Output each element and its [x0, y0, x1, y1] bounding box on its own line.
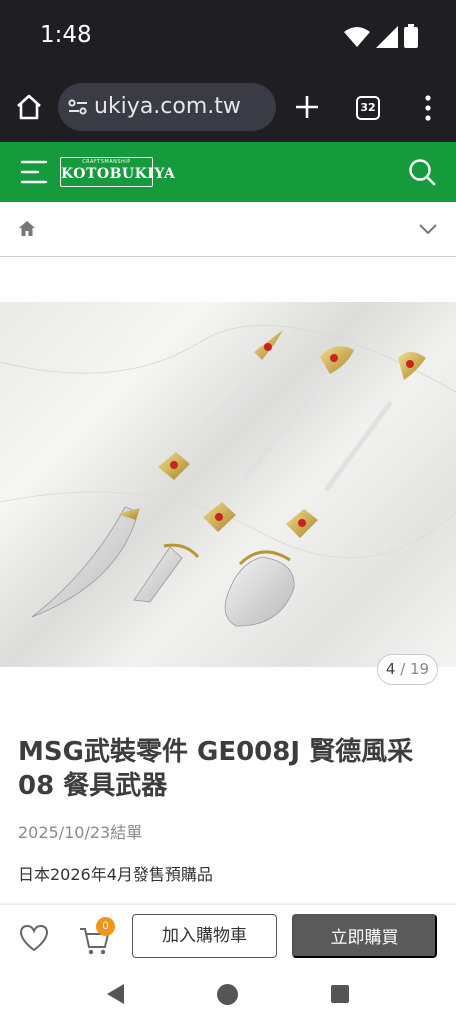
back-icon[interactable] [104, 982, 126, 1006]
counter-current: 4 [385, 660, 396, 678]
logo-wordmark: KOTOBUKIYA [61, 166, 176, 182]
search-icon[interactable] [408, 158, 436, 186]
url-text: ukiya.com.tw [94, 94, 241, 119]
site-header: CRAFTSMANSHIP KOTOBUKIYA [0, 142, 456, 202]
cart-button[interactable]: 0 [78, 917, 118, 955]
action-bar: 0 加入購物車 立即購買 [0, 905, 456, 967]
wifi-icon [344, 27, 370, 47]
tabs-icon[interactable]: 32 [356, 96, 380, 120]
browser-toolbar: ukiya.com.tw 32 [0, 72, 456, 142]
site-info-icon[interactable] [68, 99, 88, 115]
product-image[interactable] [0, 302, 456, 667]
product-title: MSG武裝零件 GE008J 賢德風采08 餐具武器 [18, 737, 414, 801]
counter-total: 19 [410, 660, 430, 678]
plus-icon[interactable] [293, 93, 321, 121]
breadcrumb [0, 202, 456, 257]
release-info: 日本2026年4月發售預購品 [18, 865, 213, 884]
signal-icon [376, 26, 398, 48]
site-logo[interactable]: CRAFTSMANSHIP KOTOBUKIYA [60, 157, 176, 187]
status-bar: 1:48 [0, 0, 456, 72]
add-to-cart-button[interactable]: 加入購物車 [132, 914, 277, 958]
home-nav-icon[interactable] [217, 984, 238, 1005]
buy-now-button[interactable]: 立即購買 [292, 914, 437, 958]
heart-icon[interactable] [18, 923, 50, 953]
product-photo [0, 324, 456, 627]
gallery-counter: 4 / 19 [377, 654, 438, 685]
status-icons [344, 24, 418, 48]
more-icon[interactable] [418, 94, 438, 122]
system-nav-bar [0, 967, 456, 1024]
recents-icon[interactable] [331, 985, 349, 1003]
home-icon[interactable] [14, 92, 44, 122]
hamburger-icon[interactable] [20, 159, 48, 185]
breadcrumb-home-icon[interactable] [18, 220, 36, 237]
status-time: 1:48 [40, 22, 92, 48]
cart-badge: 0 [96, 917, 115, 936]
chevron-down-icon[interactable] [418, 222, 438, 236]
battery-icon [404, 24, 418, 48]
logo-tagline: CRAFTSMANSHIP [82, 159, 131, 165]
address-bar[interactable]: ukiya.com.tw [58, 83, 276, 131]
counter-separator: / [395, 660, 411, 678]
order-deadline: 2025/10/23結單 [18, 823, 143, 842]
